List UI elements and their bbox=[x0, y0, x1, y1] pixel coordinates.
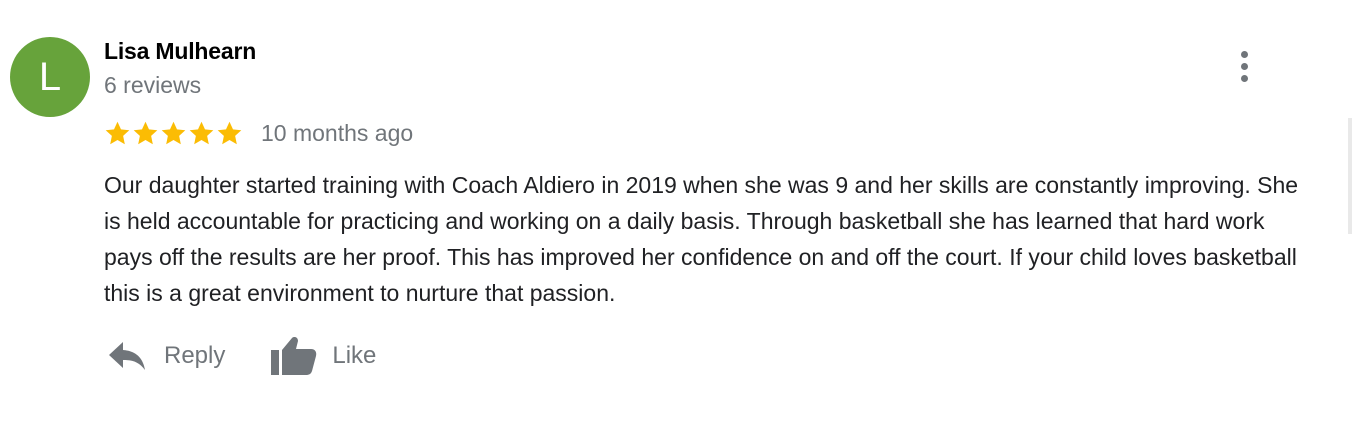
star-icon bbox=[105, 121, 130, 144]
rating-row: 10 months ago bbox=[104, 117, 413, 149]
scrollbar[interactable] bbox=[1348, 118, 1352, 234]
author-name[interactable]: Lisa Mulhearn bbox=[104, 38, 256, 65]
like-button[interactable]: Like bbox=[271, 336, 376, 376]
more-vert-icon bbox=[1240, 50, 1248, 58]
thumbs-up-icon bbox=[271, 337, 317, 375]
more-vert-icon-dot bbox=[1240, 74, 1248, 82]
reply-icon bbox=[109, 342, 145, 370]
review-time: 10 months ago bbox=[261, 119, 414, 146]
author-review-count: 6 reviews bbox=[104, 72, 202, 98]
star-icon bbox=[217, 121, 242, 144]
star-icon bbox=[161, 121, 186, 144]
star-icon bbox=[189, 121, 214, 144]
review-actions: Reply Like bbox=[108, 334, 376, 378]
reply-label: Reply bbox=[164, 342, 226, 369]
star-rating bbox=[104, 120, 244, 147]
avatar[interactable]: L bbox=[10, 37, 90, 117]
more-options-button[interactable] bbox=[1226, 46, 1262, 86]
review-text: Our daughter started training with Coach… bbox=[104, 172, 1299, 306]
more-vert-icon-dot bbox=[1240, 62, 1248, 70]
review-card: L Lisa Mulhearn 6 reviews 10 months ago … bbox=[0, 0, 1352, 432]
like-label: Like bbox=[332, 342, 377, 369]
reply-button[interactable]: Reply bbox=[108, 341, 225, 371]
star-icon bbox=[133, 121, 158, 144]
avatar-initial: L bbox=[38, 54, 62, 99]
